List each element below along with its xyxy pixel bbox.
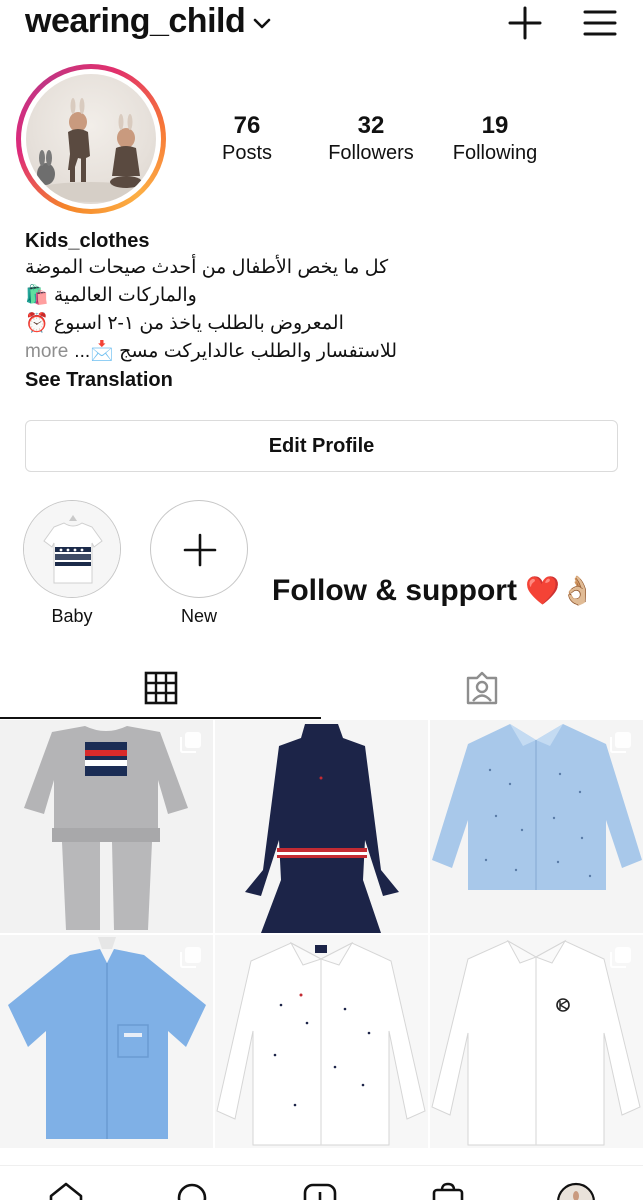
profile-avatar[interactable] [16, 64, 166, 214]
account-switcher[interactable]: wearing_child [25, 2, 271, 41]
overlay-emoji: ❤️👌🏼 [525, 575, 596, 606]
bio-line-1: كل ما يخص الأطفال من أحدث صيحات الموضة [25, 257, 389, 278]
bio-line-4-row: more للاستفسار والطلب عالدايركت مسج 📩... [25, 338, 625, 366]
highlight-new-label: New [180, 606, 217, 626]
bio-name: Kids_clothes [25, 230, 150, 252]
tshirt-thumbnail [24, 501, 120, 597]
bottom-nav [0, 1165, 643, 1200]
stat-posts[interactable]: 76 Posts [192, 112, 302, 166]
post-tile[interactable] [215, 935, 428, 1148]
chevron-down-icon[interactable] [253, 18, 271, 30]
avatar-photo [26, 74, 156, 204]
stat-followers[interactable]: 32 Followers [316, 112, 426, 166]
tab-active-indicator [0, 717, 321, 719]
avatar-illustration [31, 98, 151, 202]
avatar-gap [21, 69, 161, 209]
overlay-caption: Follow & support ❤️👌🏼 [272, 574, 595, 608]
multiple-posts-icon [180, 947, 201, 968]
post-tile[interactable] [0, 720, 213, 933]
home-icon[interactable] [48, 1182, 84, 1200]
post-tile[interactable] [430, 935, 643, 1148]
post-tile[interactable] [215, 720, 428, 933]
highlight-baby[interactable]: Baby [22, 500, 122, 627]
white-printed-shirt-image [216, 941, 426, 1146]
grid-icon [144, 671, 177, 705]
bio: Kids_clothes كل ما يخص الأطفال من أحدث ص… [25, 228, 625, 394]
navy-dress-image [245, 724, 399, 933]
top-bar: wearing_child [0, 0, 643, 50]
overlay-text: Follow & support [272, 574, 517, 607]
post-tile[interactable] [0, 935, 213, 1148]
tab-tagged[interactable] [321, 656, 642, 720]
edit-profile-button[interactable]: Edit Profile [25, 420, 618, 472]
bio-more-link[interactable]: more [25, 338, 68, 366]
stat-following-label: Following [452, 142, 538, 164]
highlight-new-cover [150, 500, 248, 598]
stat-followers-value: 32 [357, 112, 385, 139]
see-translation-link[interactable]: See Translation [25, 366, 625, 394]
tab-grid[interactable] [0, 656, 321, 720]
search-icon[interactable] [174, 1182, 210, 1200]
stat-followers-label: Followers [328, 142, 414, 164]
highlight-new[interactable]: New [149, 500, 249, 627]
post-tile[interactable] [430, 720, 643, 933]
shop-icon[interactable] [430, 1182, 466, 1200]
hamburger-menu-icon[interactable] [583, 8, 617, 38]
profile-tabs [0, 656, 643, 720]
add-post-icon[interactable] [302, 1182, 338, 1200]
stat-posts-value: 76 [233, 112, 261, 139]
username[interactable]: wearing_child [25, 2, 246, 41]
multiple-posts-icon [610, 732, 631, 753]
multiple-posts-icon [180, 732, 201, 753]
stat-following-value: 19 [481, 112, 509, 139]
stat-posts-label: Posts [221, 142, 273, 164]
bio-line-3: المعروض بالطلب ياخذ من ١-٢ اسبوع ⏰ [25, 313, 344, 334]
stat-following[interactable]: 19 Following [440, 112, 550, 166]
tagged-person-icon [466, 671, 497, 705]
highlight-baby-cover [23, 500, 121, 598]
plus-icon[interactable] [507, 5, 543, 41]
bio-line-4: للاستفسار والطلب عالدايركت مسج 📩... [74, 341, 398, 362]
profile-avatar-icon[interactable] [556, 1182, 596, 1200]
multiple-posts-icon [610, 947, 631, 968]
bio-line-2: والماركات العالمية 🛍️ [25, 285, 197, 306]
plus-icon [183, 533, 217, 567]
highlight-baby-label: Baby [51, 606, 93, 626]
